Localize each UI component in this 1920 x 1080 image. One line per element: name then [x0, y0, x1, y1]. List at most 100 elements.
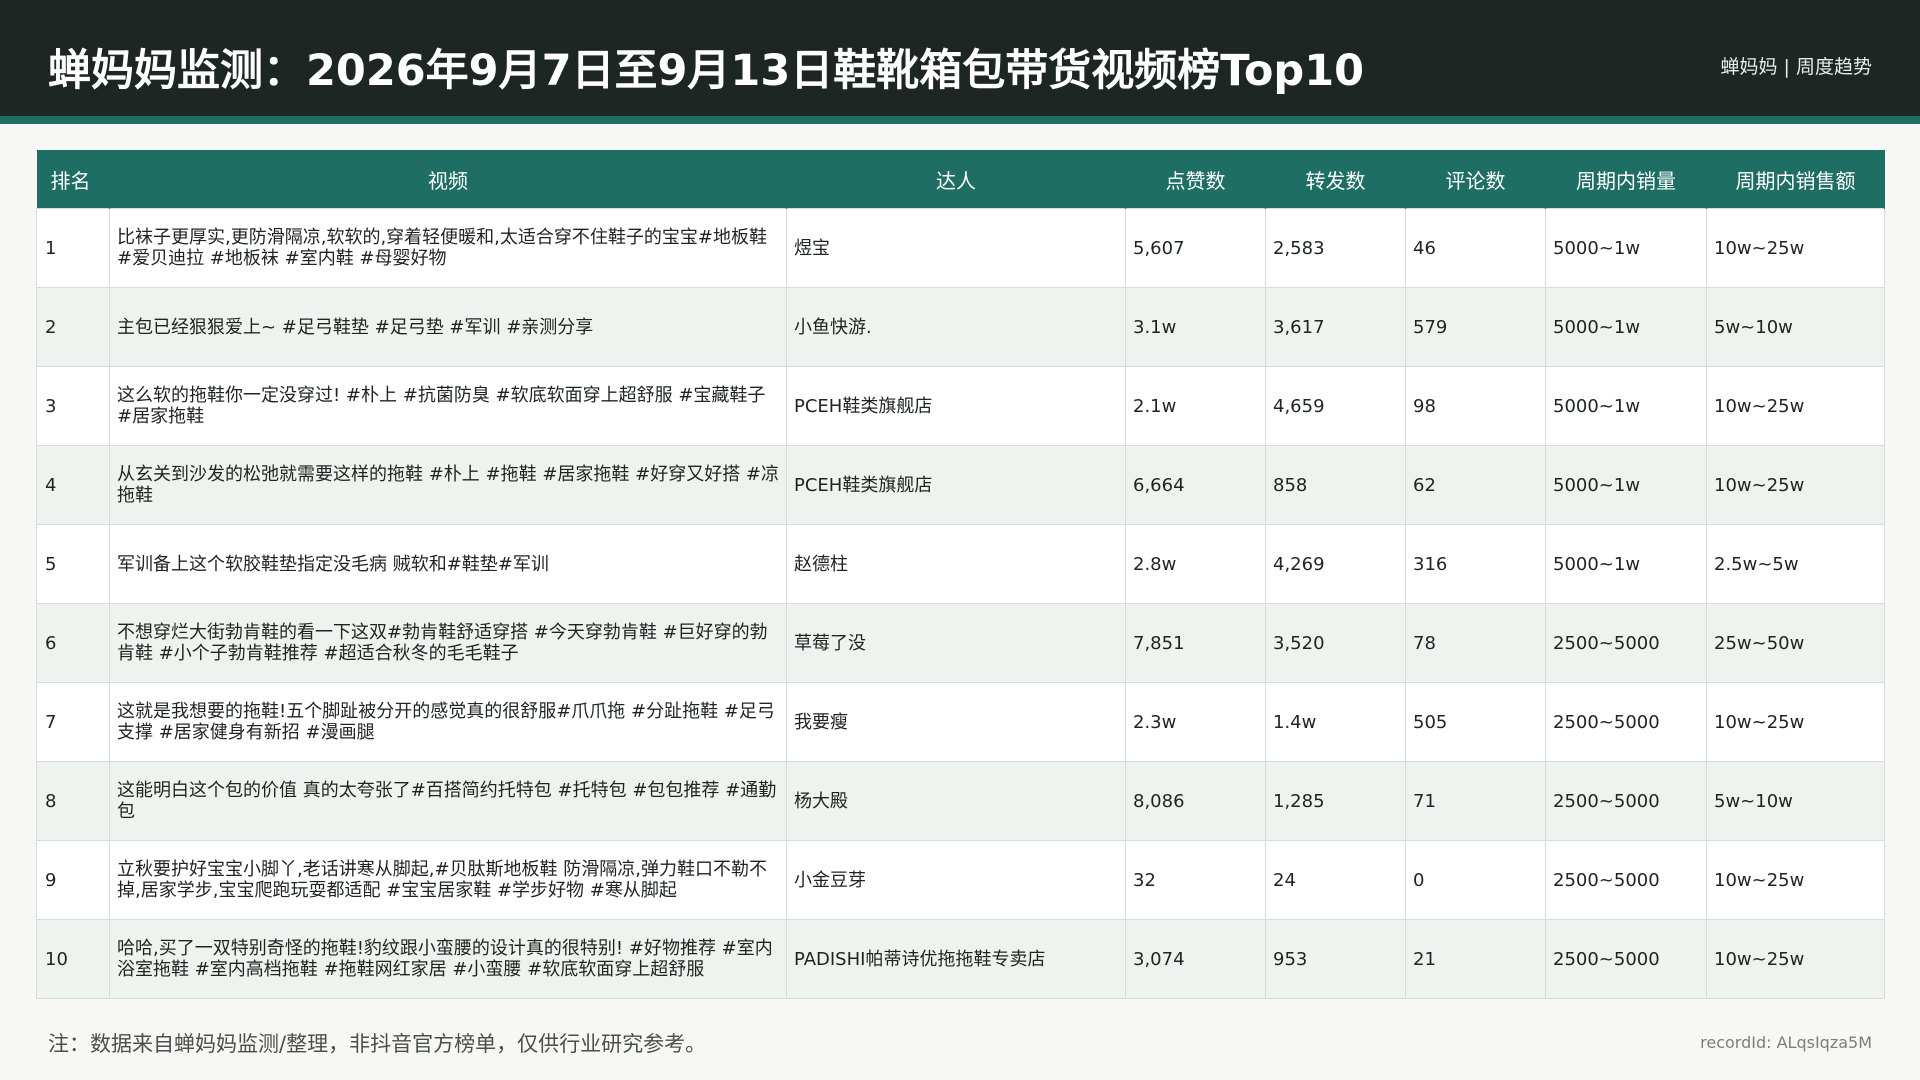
table-row[interactable]: 10 哈哈,买了一双特别奇怪的拖鞋!豹纹跟小蛮腰的设计真的很特别! #好物推荐 #…: [36, 919, 1885, 999]
cell-sales: 5000~1w: [1545, 524, 1707, 604]
cell-video-title[interactable]: 这就是我想要的拖鞋!五个脚趾被分开的感觉真的很舒服#爪爪拖 #分趾拖鞋 #足弓支…: [109, 682, 787, 762]
cell-rank: 2: [36, 287, 110, 367]
cell-likes: 7,851: [1125, 603, 1266, 683]
cell-likes: 32: [1125, 840, 1266, 920]
cell-creator[interactable]: 杨大殿: [786, 761, 1126, 841]
page-header: 蝉妈妈监测：2026年9月7日至9月13日鞋靴箱包带货视频榜Top10 蝉妈妈 …: [0, 0, 1920, 116]
cell-comments: 46: [1405, 208, 1546, 288]
cell-revenue: 10w~25w: [1706, 919, 1885, 999]
cell-video-title[interactable]: 哈哈,买了一双特别奇怪的拖鞋!豹纹跟小蛮腰的设计真的很特别! #好物推荐 #室内…: [109, 919, 787, 999]
cell-comments: 78: [1405, 603, 1546, 683]
cell-creator[interactable]: 小鱼快游.: [786, 287, 1126, 367]
table-row[interactable]: 8 这能明白这个包的价值 真的太夸张了#百搭简约托特包 #托特包 #包包推荐 #通…: [36, 761, 1885, 841]
table-row[interactable]: 9 立秋要护好宝宝小脚丫,老话讲寒从脚起,#贝肽斯地板鞋 防滑隔凉,弹力鞋口不勒不…: [36, 840, 1885, 920]
cell-rank: 8: [36, 761, 110, 841]
cell-shares: 858: [1265, 445, 1406, 525]
cell-revenue: 5w~10w: [1706, 287, 1885, 367]
cell-likes: 5,607: [1125, 208, 1266, 288]
column-header-revenue[interactable]: 周期内销售额: [1706, 150, 1885, 209]
cell-rank: 5: [36, 524, 110, 604]
cell-video-title[interactable]: 这能明白这个包的价值 真的太夸张了#百搭简约托特包 #托特包 #包包推荐 #通勤…: [109, 761, 787, 841]
cell-shares: 1.4w: [1265, 682, 1406, 762]
cell-creator[interactable]: PCEH鞋类旗舰店: [786, 445, 1126, 525]
table-row[interactable]: 4 从玄关到沙发的松弛就需要这样的拖鞋 #朴上 #拖鞋 #居家拖鞋 #好穿又好搭 …: [36, 445, 1885, 525]
cell-rank: 6: [36, 603, 110, 683]
cell-sales: 2500~5000: [1545, 919, 1707, 999]
cell-creator[interactable]: PCEH鞋类旗舰店: [786, 366, 1126, 446]
cell-creator[interactable]: 小金豆芽: [786, 840, 1126, 920]
cell-comments: 62: [1405, 445, 1546, 525]
table-row[interactable]: 6 不想穿烂大街勃肯鞋的看一下这双#勃肯鞋舒适穿搭 #今天穿勃肯鞋 #巨好穿的勃肯…: [36, 603, 1885, 683]
cell-likes: 2.1w: [1125, 366, 1266, 446]
cell-creator[interactable]: 赵德柱: [786, 524, 1126, 604]
cell-video-title[interactable]: 从玄关到沙发的松弛就需要这样的拖鞋 #朴上 #拖鞋 #居家拖鞋 #好穿又好搭 #…: [109, 445, 787, 525]
cell-creator[interactable]: 煜宝: [786, 208, 1126, 288]
table-header-row: 排名 视频 达人 点赞数 转发数 评论数 周期内销量 周期内销售额: [36, 150, 1885, 209]
cell-revenue: 10w~25w: [1706, 682, 1885, 762]
footnote: 注：数据来自蝉妈妈监测/整理，非抖音官方榜单，仅供行业研究参考。: [48, 1032, 707, 1056]
table-body: 1 比袜子更厚实,更防滑隔凉,软软的,穿着轻便暖和,太适合穿不住鞋子的宝宝#地板鞋…: [36, 208, 1885, 999]
cell-shares: 2,583: [1265, 208, 1406, 288]
cell-revenue: 10w~25w: [1706, 208, 1885, 288]
cell-video-title[interactable]: 立秋要护好宝宝小脚丫,老话讲寒从脚起,#贝肽斯地板鞋 防滑隔凉,弹力鞋口不勒不掉…: [109, 840, 787, 920]
cell-sales: 5000~1w: [1545, 445, 1707, 525]
cell-sales: 2500~5000: [1545, 761, 1707, 841]
cell-shares: 4,659: [1265, 366, 1406, 446]
page-title: 蝉妈妈监测：2026年9月7日至9月13日鞋靴箱包带货视频榜Top10: [48, 46, 1365, 96]
table-row[interactable]: 7 这就是我想要的拖鞋!五个脚趾被分开的感觉真的很舒服#爪爪拖 #分趾拖鞋 #足弓…: [36, 682, 1885, 762]
cell-revenue: 10w~25w: [1706, 840, 1885, 920]
cell-video-title[interactable]: 主包已经狠狠爱上~ #足弓鞋垫 #足弓垫 #军训 #亲测分享: [109, 287, 787, 367]
cell-comments: 98: [1405, 366, 1546, 446]
cell-creator[interactable]: PADISHI帕蒂诗优拖拖鞋专卖店: [786, 919, 1126, 999]
table-row[interactable]: 2 主包已经狠狠爱上~ #足弓鞋垫 #足弓垫 #军训 #亲测分享 小鱼快游. 3.1w…: [36, 287, 1885, 367]
column-header-sales[interactable]: 周期内销量: [1545, 150, 1707, 209]
cell-comments: 71: [1405, 761, 1546, 841]
cell-video-title[interactable]: 军训备上这个软胶鞋垫指定没毛病 贼软和#鞋垫#军训: [109, 524, 787, 604]
column-header-likes[interactable]: 点赞数: [1125, 150, 1266, 209]
cell-shares: 4,269: [1265, 524, 1406, 604]
cell-video-title[interactable]: 这么软的拖鞋你一定没穿过! #朴上 #抗菌防臭 #软底软面穿上超舒服 #宝藏鞋子…: [109, 366, 787, 446]
cell-likes: 3.1w: [1125, 287, 1266, 367]
cell-likes: 2.8w: [1125, 524, 1266, 604]
column-header-video[interactable]: 视频: [109, 150, 787, 209]
cell-likes: 6,664: [1125, 445, 1266, 525]
cell-shares: 3,617: [1265, 287, 1406, 367]
cell-video-title[interactable]: 比袜子更厚实,更防滑隔凉,软软的,穿着轻便暖和,太适合穿不住鞋子的宝宝#地板鞋 …: [109, 208, 787, 288]
cell-comments: 579: [1405, 287, 1546, 367]
column-header-comments[interactable]: 评论数: [1405, 150, 1546, 209]
cell-sales: 2500~5000: [1545, 840, 1707, 920]
cell-revenue: 10w~25w: [1706, 445, 1885, 525]
ranking-table: 排名 视频 达人 点赞数 转发数 评论数 周期内销量 周期内销售额 1 比袜子更厚…: [36, 150, 1885, 999]
cell-comments: 505: [1405, 682, 1546, 762]
cell-shares: 3,520: [1265, 603, 1406, 683]
cell-creator[interactable]: 草莓了没: [786, 603, 1126, 683]
cell-revenue: 2.5w~5w: [1706, 524, 1885, 604]
cell-sales: 5000~1w: [1545, 287, 1707, 367]
cell-rank: 3: [36, 366, 110, 446]
table-row[interactable]: 1 比袜子更厚实,更防滑隔凉,软软的,穿着轻便暖和,太适合穿不住鞋子的宝宝#地板鞋…: [36, 208, 1885, 288]
table-row[interactable]: 3 这么软的拖鞋你一定没穿过! #朴上 #抗菌防臭 #软底软面穿上超舒服 #宝藏鞋…: [36, 366, 1885, 446]
table-row[interactable]: 5 军训备上这个软胶鞋垫指定没毛病 贼软和#鞋垫#军训 赵德柱 2.8w 4,269 31…: [36, 524, 1885, 604]
cell-rank: 10: [36, 919, 110, 999]
header-accent-stripe: [0, 116, 1920, 124]
cell-shares: 1,285: [1265, 761, 1406, 841]
cell-video-title[interactable]: 不想穿烂大街勃肯鞋的看一下这双#勃肯鞋舒适穿搭 #今天穿勃肯鞋 #巨好穿的勃肯鞋…: [109, 603, 787, 683]
cell-sales: 2500~5000: [1545, 603, 1707, 683]
cell-rank: 4: [36, 445, 110, 525]
brand-label: 蝉妈妈 | 周度趋势: [1720, 56, 1872, 78]
cell-rank: 9: [36, 840, 110, 920]
ranking-table-container: 排名 视频 达人 点赞数 转发数 评论数 周期内销量 周期内销售额 1 比袜子更厚…: [36, 150, 1885, 999]
record-id: recordId: ALqsIqza5M: [1700, 1033, 1872, 1052]
column-header-creator[interactable]: 达人: [786, 150, 1126, 209]
cell-likes: 8,086: [1125, 761, 1266, 841]
cell-creator[interactable]: 我要瘦: [786, 682, 1126, 762]
cell-rank: 7: [36, 682, 110, 762]
column-header-shares[interactable]: 转发数: [1265, 150, 1406, 209]
cell-revenue: 25w~50w: [1706, 603, 1885, 683]
cell-comments: 21: [1405, 919, 1546, 999]
cell-likes: 2.3w: [1125, 682, 1266, 762]
column-header-rank[interactable]: 排名: [36, 150, 110, 209]
cell-sales: 5000~1w: [1545, 208, 1707, 288]
cell-sales: 2500~5000: [1545, 682, 1707, 762]
cell-comments: 316: [1405, 524, 1546, 604]
